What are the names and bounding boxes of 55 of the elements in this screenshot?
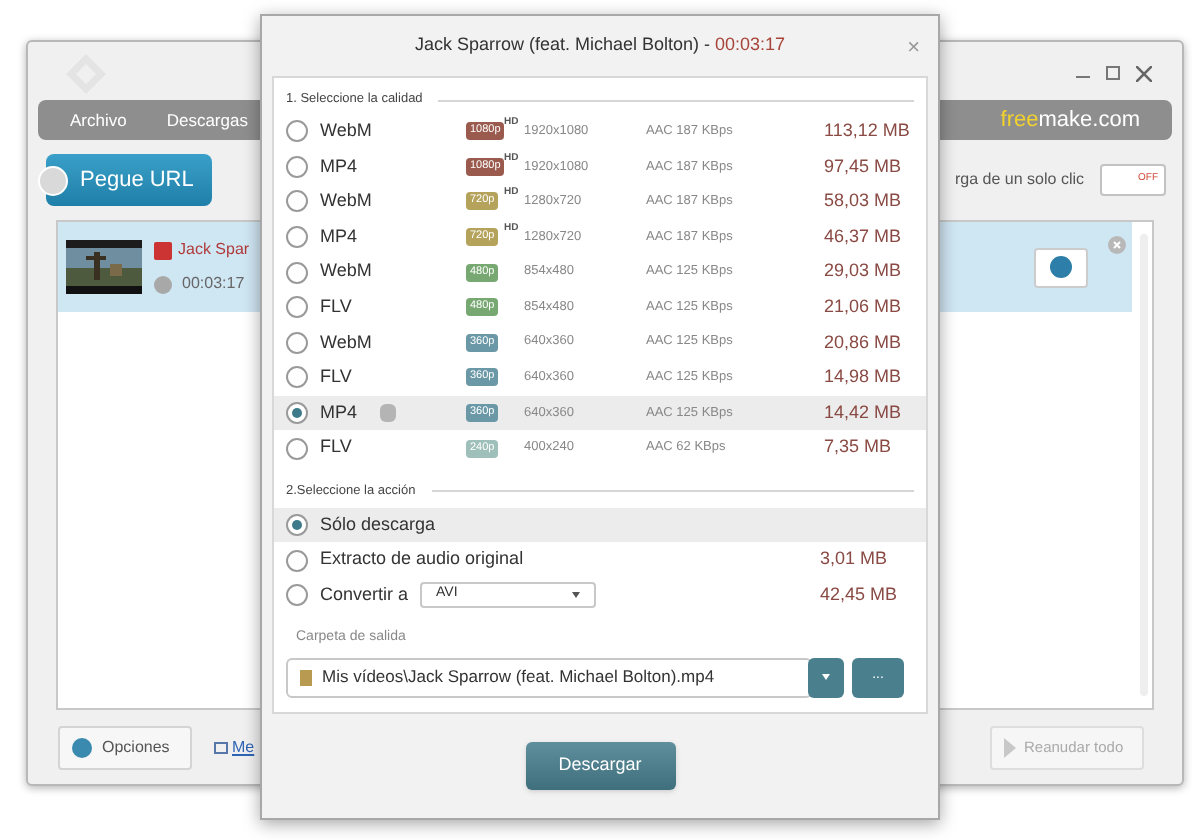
globe-button[interactable]: [1034, 247, 1088, 287]
close-icon[interactable]: [1136, 65, 1152, 81]
radio-button[interactable]: [286, 514, 308, 537]
size-label: 42,45 MB: [820, 581, 900, 608]
action-label: Convertir a: [320, 581, 409, 608]
size-label: 97,45 MB: [824, 153, 902, 180]
format-label: WebM: [320, 329, 374, 356]
format-label: FLV: [320, 434, 354, 461]
one-click-label: rga de un solo clic: [955, 168, 1084, 192]
radio-button[interactable]: [286, 296, 308, 319]
action-row[interactable]: Sólo descarga: [274, 507, 926, 543]
radio-button[interactable]: [286, 261, 308, 284]
size-label: 14,42 MB: [824, 399, 902, 426]
dialog-title: Jack Sparrow (feat. Michael Bolton) - 00:03:17: [414, 32, 786, 59]
size-label: 21,06 MB: [824, 294, 902, 321]
download-title: Jack Spar: [178, 238, 250, 262]
radio-button[interactable]: [286, 120, 308, 143]
format-label: MP4: [320, 399, 360, 426]
like-link[interactable]: Me: [232, 735, 255, 759]
action-row[interactable]: Extracto de audio original 3,01 MB: [274, 542, 926, 578]
dropdown-button[interactable]: [808, 657, 844, 698]
format-label: MP4: [320, 223, 360, 250]
radio-button[interactable]: [286, 190, 308, 213]
format-label: MP4: [320, 153, 360, 180]
size-label: 58,03 MB: [824, 188, 902, 215]
download-duration: 00:03:17: [182, 272, 245, 296]
radio-button[interactable]: [286, 583, 308, 606]
radio-button[interactable]: [286, 366, 308, 389]
radio-button[interactable]: [286, 155, 308, 178]
action-label: Extracto de audio original: [320, 546, 524, 573]
size-label: 46,37 MB: [824, 223, 902, 250]
size-label: 7,35 MB: [824, 434, 892, 461]
format-label: WebM: [320, 188, 374, 215]
output-path-field[interactable]: Mis vídeos\Jack Sparrow (feat. Michael Bolton).mp4: [286, 657, 812, 698]
action-label: Sólo descarga: [320, 511, 436, 538]
radio-button[interactable]: [286, 402, 308, 425]
format-label: FLV: [320, 364, 354, 391]
options-button[interactable]: Opciones: [58, 725, 192, 769]
radio-button[interactable]: [286, 226, 308, 249]
format-label: WebM: [320, 258, 374, 285]
video-icon: [154, 241, 172, 259]
download-button[interactable]: Descargar: [525, 742, 675, 790]
size-label: 29,03 MB: [824, 258, 902, 285]
radio-button[interactable]: [286, 331, 308, 354]
format-label: WebM: [320, 118, 374, 145]
size-label: 14,98 MB: [824, 364, 902, 391]
brand-logo: freemake.com: [1000, 105, 1140, 136]
size-label: 113,12 MB: [824, 118, 910, 145]
maximize-icon[interactable]: [1106, 66, 1120, 80]
size-label: 3,01 MB: [820, 546, 890, 573]
radio-button[interactable]: [286, 437, 308, 460]
radio-button[interactable]: [286, 549, 308, 572]
format-label: FLV: [320, 294, 354, 321]
remove-icon[interactable]: [1108, 236, 1126, 254]
size-label: 20,86 MB: [824, 329, 902, 356]
